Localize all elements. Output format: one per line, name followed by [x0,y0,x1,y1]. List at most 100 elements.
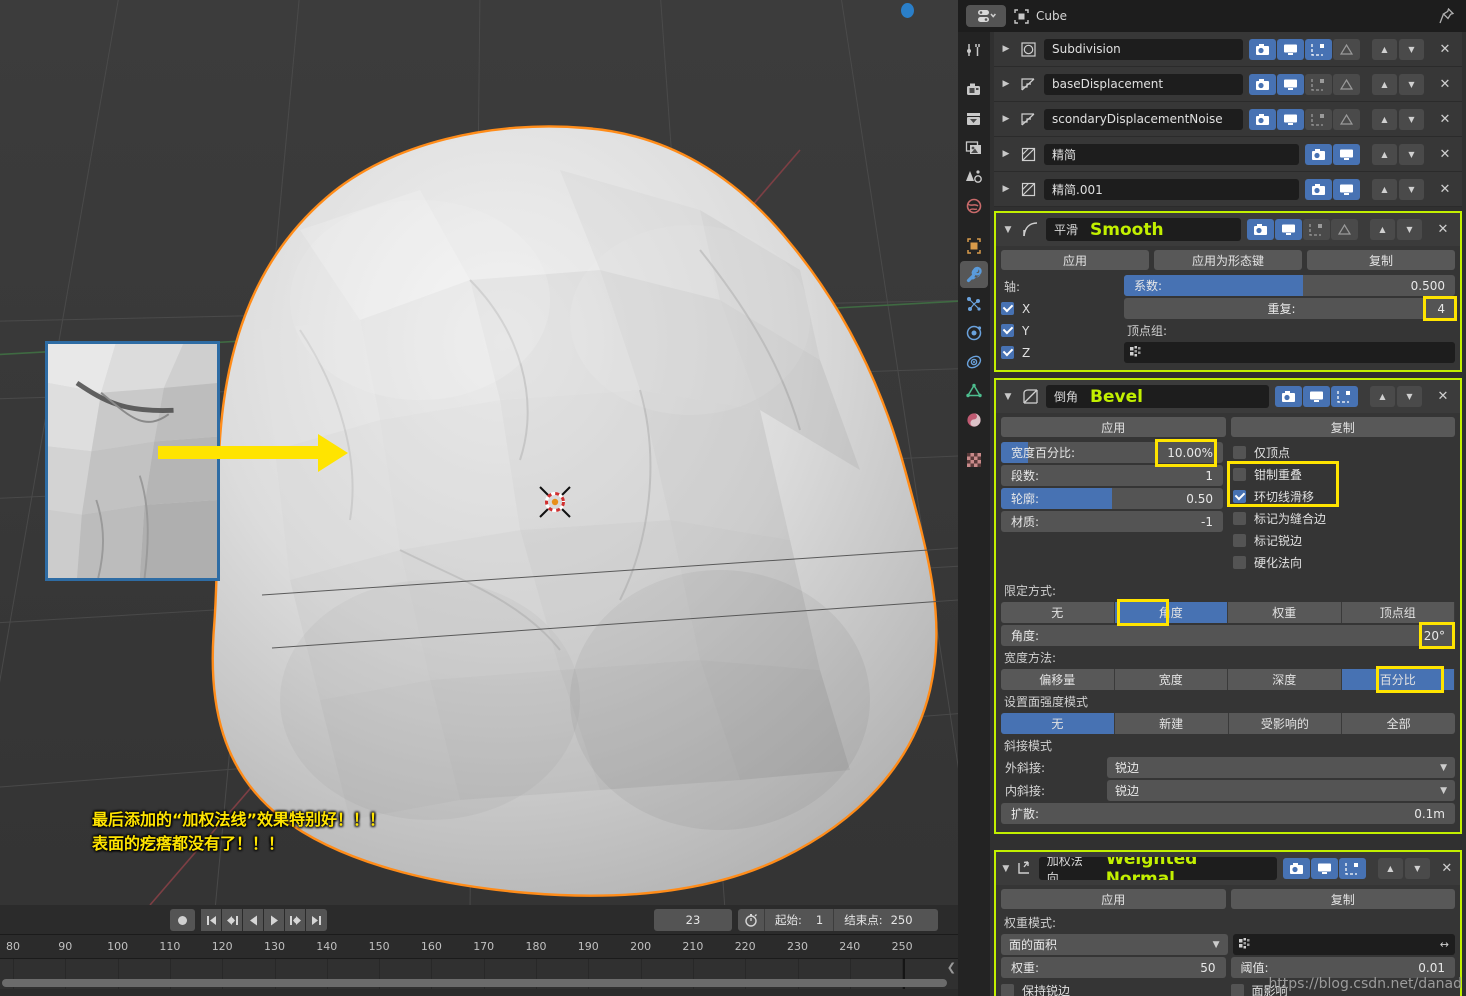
axis-z-row[interactable]: Z [1001,342,1116,363]
on-cage-toggle[interactable] [1333,73,1360,95]
smooth-move-buttons[interactable]: ▲ ▼ [1370,219,1422,240]
viewport-toggle[interactable] [1303,386,1330,407]
loop-slide-checkbox[interactable] [1233,490,1246,503]
move-down-button[interactable]: ▼ [1399,73,1424,95]
smooth-modifier-panel[interactable]: ▼ 平滑 Smooth ▲ ▼ ✕ 应用 应用为形态键 复制 轴: X Y Z … [994,211,1462,372]
width-offset-button[interactable]: 偏移量 [1001,669,1115,690]
axis-y-checkbox[interactable] [1001,324,1014,337]
repeat-field[interactable]: 重复: 4 [1124,298,1455,319]
move-up-button[interactable]: ▲ [1370,219,1395,240]
current-frame-field[interactable]: 23 [654,909,732,931]
sidebar-item-material[interactable] [960,406,988,433]
factor-slider[interactable]: 系数: 0.500 [1124,275,1455,296]
remove-modifier-button[interactable]: ✕ [1440,858,1454,879]
profile-slider[interactable]: 轮廓: 0.50 [1001,488,1223,509]
move-buttons[interactable]: ▲ ▼ [1372,108,1424,130]
remove-modifier-button[interactable]: ✕ [1434,109,1456,130]
move-down-button[interactable]: ▼ [1399,38,1424,60]
modifier-row-2[interactable]: ▶ baseDisplacement ▲ ▼ ✕ [994,67,1462,102]
vertex-group-field[interactable] [1124,342,1455,363]
render-toggle[interactable] [1282,858,1310,879]
face-strength-affected-button[interactable]: 受影响的 [1228,713,1343,734]
apply-button[interactable]: 应用 [1001,250,1149,270]
threshold-field[interactable]: 阈值: 0.01 [1230,957,1455,978]
edit-mode-toggle[interactable] [1338,858,1366,879]
render-toggle[interactable] [1249,108,1276,130]
mark-seams-checkbox[interactable] [1233,512,1246,525]
edit-mode-toggle[interactable] [1305,38,1332,60]
edit-mode-toggle[interactable] [1305,108,1332,130]
sidebar-item-constraints[interactable] [960,348,988,375]
bevel-modifier-name-field[interactable]: 倒角 Bevel [1046,385,1269,408]
limit-method-segments[interactable]: 无 角度 权重 顶点组 [1001,599,1455,626]
face-strength-new-button[interactable]: 新建 [1114,713,1229,734]
sidebar-item-scene[interactable] [960,163,988,190]
viewport-toggle[interactable] [1310,858,1338,879]
spread-field[interactable]: 扩散: 0.1m [1001,803,1455,824]
move-down-button[interactable]: ▼ [1399,108,1424,130]
weighted-normal-modifier-panel[interactable]: ▼ 加权法向 Weighted Normal ▲ ▼ ✕ 应用 复制 权重模式:… [994,850,1462,996]
axis-x-checkbox[interactable] [1001,302,1014,315]
timeline-track-area[interactable] [0,959,958,989]
move-buttons[interactable]: ▲ ▼ [1372,73,1424,95]
sidebar-item-render[interactable] [960,76,988,103]
move-down-button[interactable]: ▼ [1404,858,1430,879]
sidebar-item-physics[interactable] [960,319,988,346]
sidebar-item-particles[interactable] [960,290,988,317]
remove-modifier-button[interactable]: ✕ [1432,219,1454,240]
axis-z-checkbox[interactable] [1001,346,1014,359]
collapse-triangle-icon[interactable]: ▼ [1002,225,1014,235]
modifier-name-field[interactable]: 精简 [1044,143,1299,165]
remove-modifier-button[interactable]: ✕ [1434,144,1456,165]
face-strength-all-button[interactable]: 全部 [1342,713,1455,734]
jump-to-start-button[interactable] [201,909,222,931]
weighted-normal-display-toggles[interactable] [1282,858,1366,879]
bevel-modifier-header[interactable]: ▼ 倒角 Bevel ▲ ▼ ✕ [996,380,1460,413]
timeline-ruler[interactable]: 80 90 100 110 120 130 140 150 160 170 180 190 200 210… [0,935,958,959]
limit-none-button[interactable]: 无 [1001,602,1115,623]
move-down-button[interactable]: ▼ [1397,219,1422,240]
on-cage-toggle[interactable] [1333,108,1360,130]
smooth-modifier-name-field[interactable]: 平滑 Smooth [1046,218,1241,241]
render-toggle[interactable] [1305,178,1332,200]
modifier-row-1[interactable]: ▶ Subdivision ▲ ▼ ✕ [994,32,1462,67]
duplicate-button[interactable]: 复制 [1307,250,1455,270]
remove-modifier-button[interactable]: ✕ [1434,179,1456,200]
mark-sharp-row[interactable]: 标记锐边 [1233,530,1455,551]
invert-vertex-group-icon[interactable]: ↔ [1440,938,1449,951]
viewport-toggle[interactable] [1277,108,1304,130]
viewport-toggle[interactable] [1333,178,1360,200]
sidebar-item-object[interactable] [960,232,988,259]
pin-icon[interactable] [1439,8,1454,24]
properties-tab-column[interactable] [958,32,990,996]
mark-seams-row[interactable]: 标记为缝合边 [1233,508,1455,529]
previous-keyframe-button[interactable] [222,909,243,931]
display-toggles[interactable] [1249,108,1360,130]
remove-modifier-button[interactable]: ✕ [1434,74,1456,95]
frame-end-field[interactable]: 结束点: 250 [834,909,922,931]
expand-triangle-icon[interactable]: ▶ [1000,44,1012,54]
move-up-button[interactable]: ▲ [1372,178,1397,200]
timeline-scrollbar[interactable] [2,979,947,987]
width-percent-button[interactable]: 百分比 [1341,669,1455,690]
record-button[interactable] [170,909,195,931]
weighted-normal-header[interactable]: ▼ 加权法向 Weighted Normal ▲ ▼ ✕ [996,852,1460,885]
duplicate-button[interactable]: 复制 [1230,889,1455,909]
limit-weight-button[interactable]: 权重 [1228,602,1342,623]
loop-slide-row[interactable]: 环切线滑移 [1233,486,1455,507]
bevel-move-buttons[interactable]: ▲ ▼ [1370,386,1422,407]
weight-field[interactable]: 权重: 50 [1001,957,1226,978]
viewport-toggle[interactable] [1333,143,1360,165]
frame-range-group[interactable]: 起始: 1 结束点: 250 [738,909,938,931]
modifier-name-field[interactable]: baseDisplacement [1044,73,1243,95]
expand-triangle-icon[interactable]: ▶ [1000,184,1012,194]
move-up-button[interactable]: ▲ [1370,386,1395,407]
render-toggle[interactable] [1305,143,1332,165]
editor-type-icon[interactable] [966,5,1006,27]
expand-triangle-icon[interactable]: ▶ [1000,149,1012,159]
edit-mode-toggle[interactable] [1305,73,1332,95]
move-up-button[interactable]: ▲ [1377,858,1403,879]
smooth-action-buttons[interactable]: 应用 应用为形态键 复制 [1001,250,1455,270]
vertex-only-row[interactable]: 仅顶点 [1233,442,1455,463]
outer-miter-row[interactable]: 外斜接: 锐边 ▼ [1001,757,1455,778]
